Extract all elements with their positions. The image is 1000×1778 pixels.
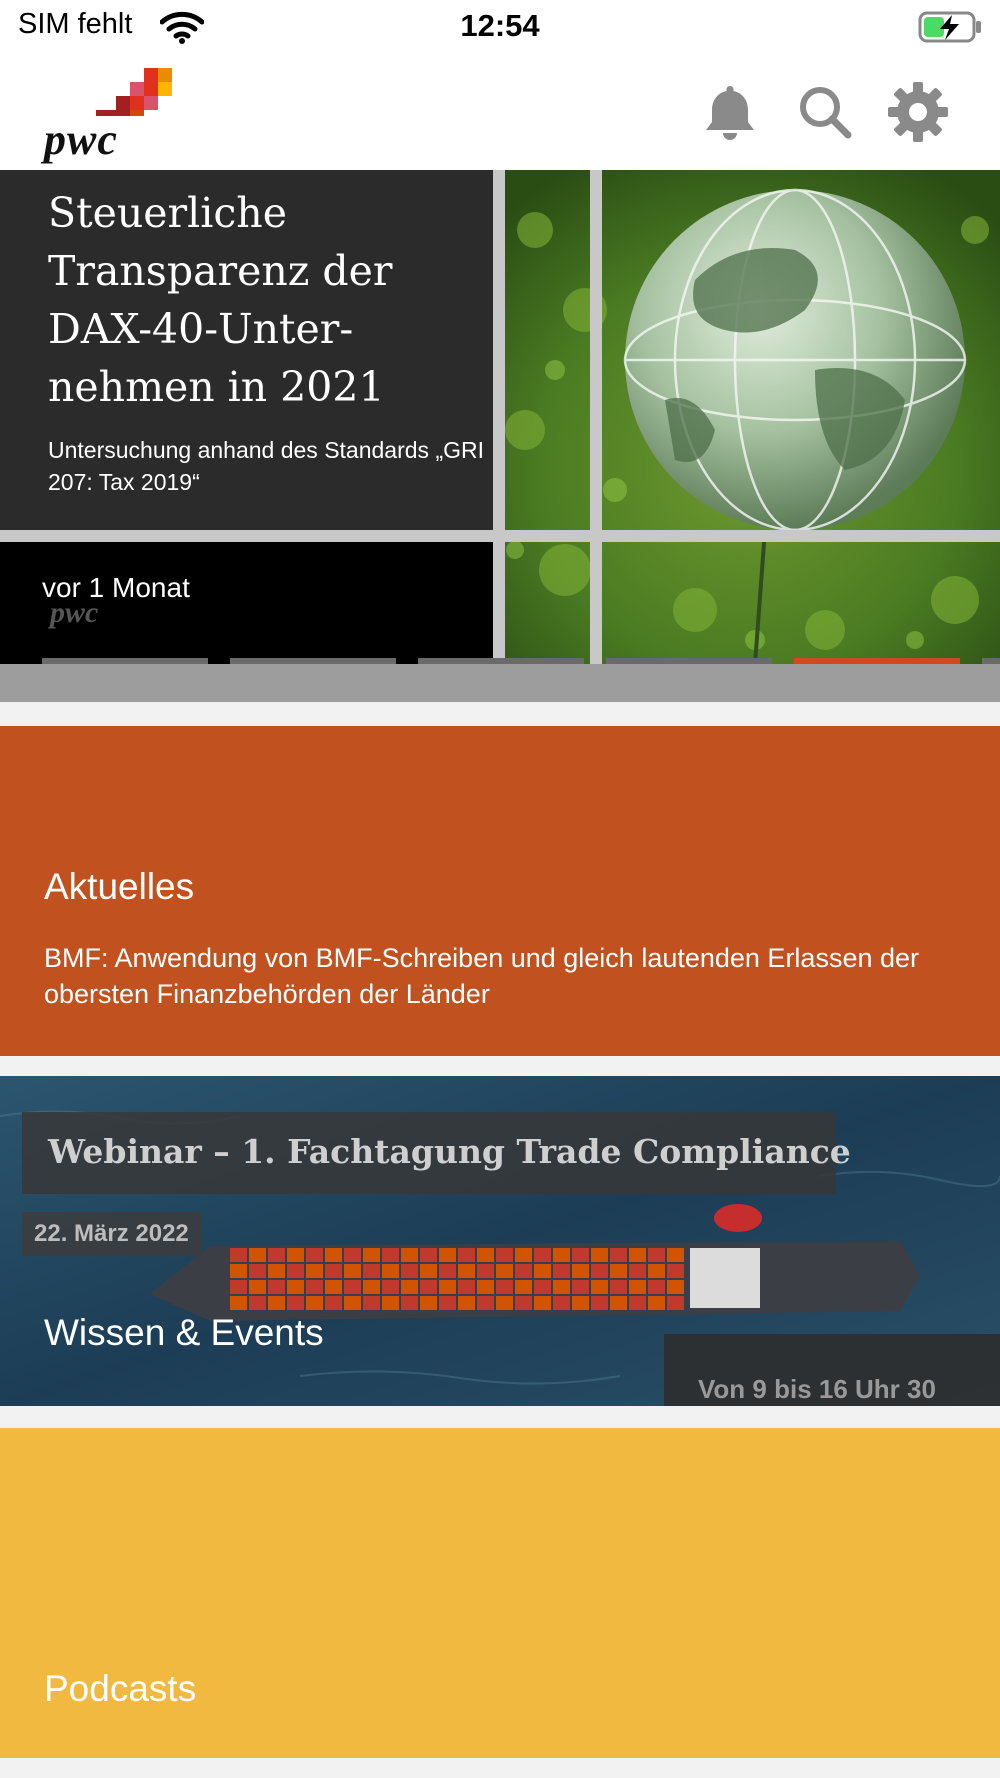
hero-date: vor 1 Monat bbox=[42, 572, 190, 603]
aktuelles-headline: BMF: Anwendung von BMF-Schreiben und gle… bbox=[44, 943, 920, 1009]
section-title-wissen-events: Wissen & Events bbox=[44, 1312, 324, 1353]
gear-icon[interactable] bbox=[886, 80, 950, 144]
globe-moss-image bbox=[495, 170, 1000, 665]
bell-icon[interactable] bbox=[698, 80, 762, 144]
hero-frame-divider bbox=[590, 170, 602, 664]
carousel-dot[interactable] bbox=[418, 658, 584, 664]
search-icon[interactable] bbox=[793, 80, 857, 144]
hero-meta-panel: pwc vor 1 Monat bbox=[0, 542, 493, 664]
hero-text-panel: Steuerliche Transparenz der DAX-40-Unter… bbox=[0, 170, 495, 530]
event-time-badge: Von 9 bis 16 Uhr 30 bbox=[664, 1334, 1000, 1406]
webinar-title: Webinar – 1. Fachtagung Trade Compliance bbox=[48, 1132, 851, 1171]
hero-carousel[interactable]: Steuerliche Transparenz der DAX-40-Unter… bbox=[0, 170, 1000, 702]
status-bar: SIM fehlt 12:54 bbox=[0, 0, 1000, 56]
event-time: Von 9 bis 16 Uhr 30 bbox=[698, 1374, 936, 1404]
page-bottom-spacer bbox=[0, 1758, 1000, 1778]
carousel-dot[interactable] bbox=[606, 658, 772, 664]
carousel-dot[interactable] bbox=[230, 658, 396, 664]
hero-frame-divider bbox=[493, 170, 505, 664]
app-header: pwc bbox=[0, 56, 1000, 170]
hero-bottom-shade bbox=[0, 664, 1000, 702]
event-date-badge: 22. März 2022 bbox=[22, 1212, 201, 1256]
event-date: 22. März 2022 bbox=[34, 1220, 189, 1247]
battery-charging-icon bbox=[918, 10, 984, 49]
webinar-banner: Webinar – 1. Fachtagung Trade Compliance bbox=[22, 1112, 851, 1194]
hero-title: Steuerliche Transparenz der DAX-40-Unter… bbox=[48, 189, 393, 411]
hero-subtitle: Untersuchung anhand des Standards „GRI 2… bbox=[48, 437, 484, 495]
section-podcasts[interactable]: Podcasts bbox=[0, 1428, 1000, 1758]
section-wissen-events[interactable]: Webinar – 1. Fachtagung Trade Compliance… bbox=[0, 1076, 1000, 1406]
carousel-dot[interactable] bbox=[982, 658, 1000, 664]
pwc-logo[interactable]: pwc bbox=[44, 68, 174, 164]
carousel-dot[interactable] bbox=[42, 658, 208, 664]
carousel-dot[interactable] bbox=[794, 658, 960, 664]
section-title-podcasts: Podcasts bbox=[44, 1668, 197, 1709]
section-title-aktuelles: Aktuelles bbox=[44, 866, 195, 907]
pwc-wordmark: pwc bbox=[44, 115, 118, 164]
section-aktuelles[interactable]: Aktuelles BMF: Anwendung von BMF-Schreib… bbox=[0, 726, 1000, 1056]
status-time: 12:54 bbox=[460, 8, 540, 43]
